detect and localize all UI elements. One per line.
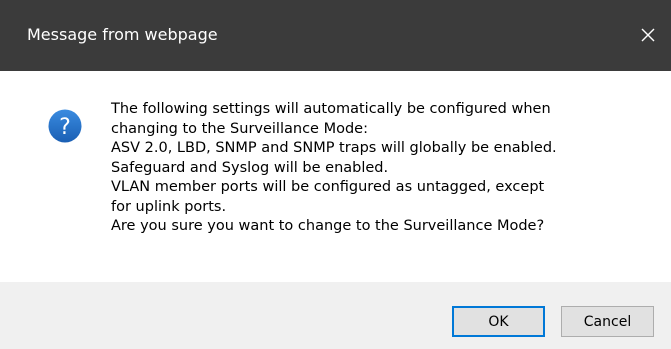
dialog-footer: OK Cancel	[0, 282, 671, 349]
message-line: for uplink ports.	[111, 198, 227, 215]
dialog-message: The following settings will automaticall…	[111, 100, 656, 237]
ok-button[interactable]: OK	[452, 306, 545, 337]
dialog-body: ? The following settings will automatica…	[0, 71, 671, 282]
close-icon	[641, 28, 655, 42]
dialog-titlebar: Message from webpage	[0, 0, 671, 71]
dialog-title: Message from webpage	[27, 25, 218, 44]
message-line: changing to the Surveillance Mode:	[111, 120, 368, 137]
svg-text:?: ?	[59, 115, 71, 140]
cancel-button[interactable]: Cancel	[561, 306, 654, 337]
message-line: Safeguard and Syslog will be enabled.	[111, 159, 389, 176]
close-button[interactable]	[625, 16, 671, 54]
message-line: Are you sure you want to change to the S…	[111, 218, 545, 234]
question-icon: ?	[48, 109, 82, 143]
message-line: The following settings will automaticall…	[111, 101, 551, 117]
message-line: ASV 2.0, LBD, SNMP and SNMP traps will g…	[111, 140, 557, 156]
message-dialog: Message from webpage ? The following set…	[0, 0, 671, 349]
message-line: VLAN member ports will be configured as …	[111, 179, 545, 195]
